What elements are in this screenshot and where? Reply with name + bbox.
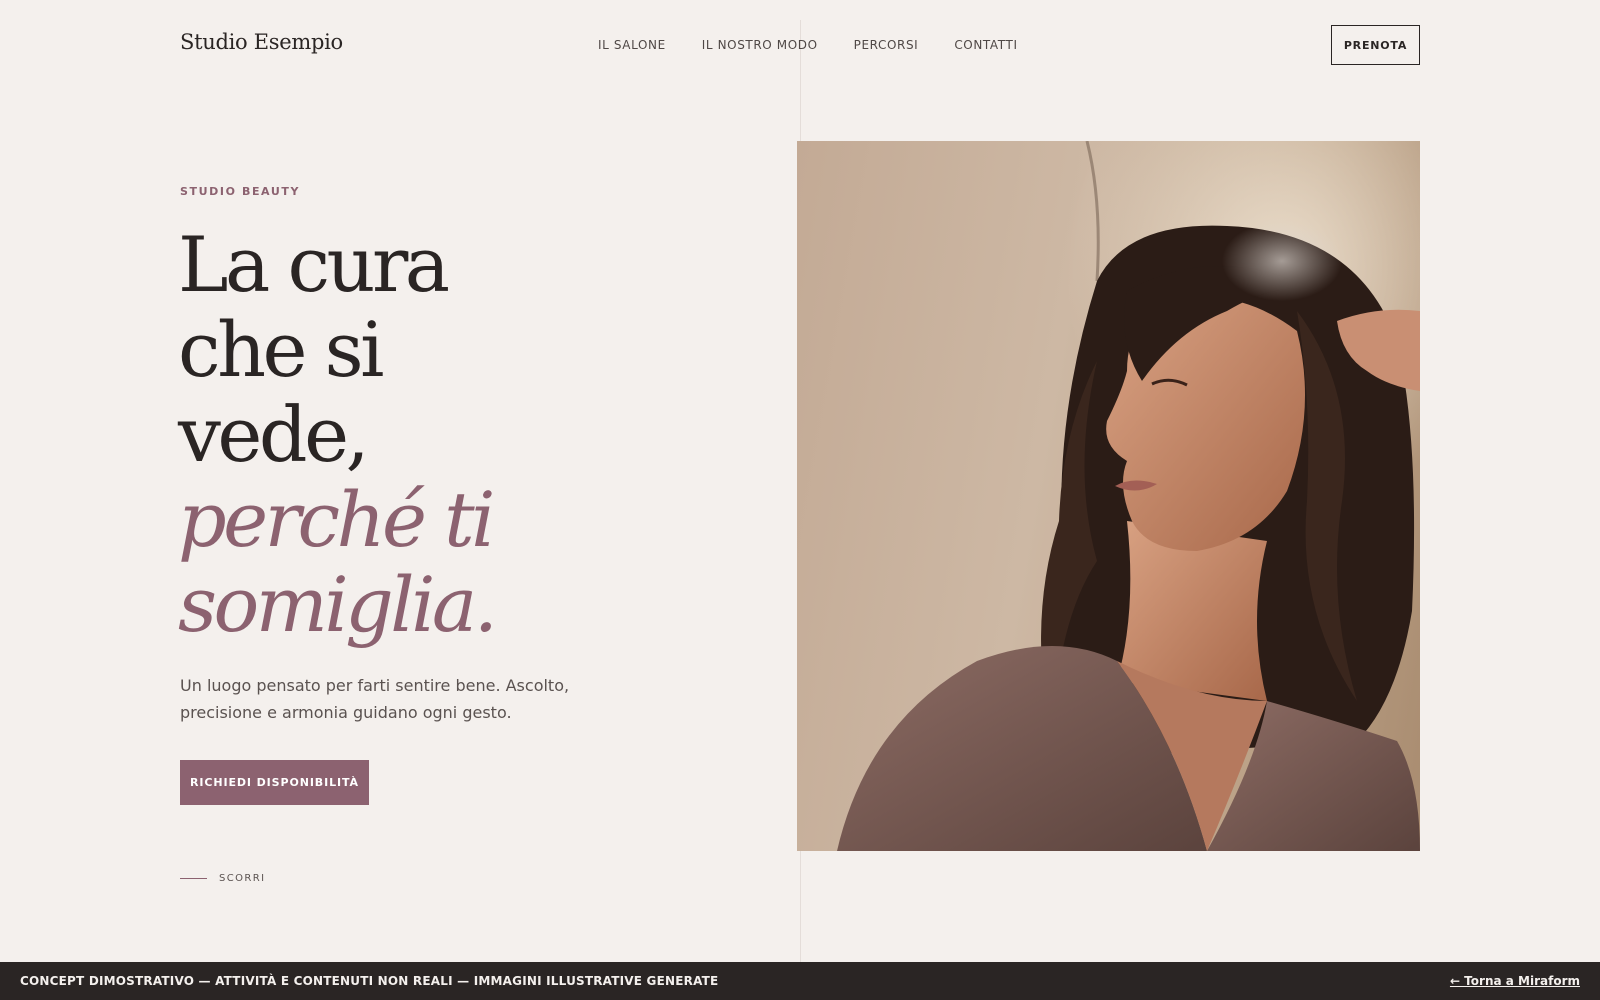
portrait-illustration xyxy=(797,141,1420,851)
nav-link-il-salone[interactable]: IL SALONE xyxy=(598,38,666,52)
headline-line: vede, xyxy=(178,390,370,479)
scroll-indicator[interactable]: SCORRI xyxy=(180,873,265,884)
headline-accent-line: perché ti xyxy=(178,475,495,564)
headline-line: La cura xyxy=(178,220,450,309)
nav-link-percorsi[interactable]: PERCORSI xyxy=(854,38,919,52)
headline-accent-line: somiglia. xyxy=(178,560,498,649)
demo-disclaimer: CONCEPT DIMOSTRATIVO — ATTIVITÀ E CONTEN… xyxy=(20,974,719,988)
prenota-button[interactable]: PRENOTA xyxy=(1331,25,1420,65)
main-nav: IL SALONE IL NOSTRO MODO PERCORSI CONTAT… xyxy=(598,38,1054,52)
demo-footer-bar: CONCEPT DIMOSTRATIVO — ATTIVITÀ E CONTEN… xyxy=(0,962,1600,1000)
nav-link-il-nostro-modo[interactable]: IL NOSTRO MODO xyxy=(702,38,818,52)
hero-headline: La cura che si vede, perché ti somiglia. xyxy=(178,222,698,647)
headline-line: che si xyxy=(178,305,384,394)
hero-lead-text: Un luogo pensato per farti sentire bene.… xyxy=(180,676,570,722)
hero-portrait-image xyxy=(797,141,1420,851)
nav-link-contatti[interactable]: CONTATTI xyxy=(954,38,1017,52)
richiedi-disponibilita-button[interactable]: RICHIEDI DISPONIBILITÀ xyxy=(180,760,369,805)
scroll-label: SCORRI xyxy=(219,873,266,884)
scroll-line xyxy=(180,878,207,879)
brand-logo[interactable]: Studio Esempio xyxy=(180,30,343,54)
hero-eyebrow: STUDIO BEAUTY xyxy=(180,185,301,198)
back-to-miraform-link[interactable]: ← Torna a Miraform xyxy=(1450,974,1580,988)
